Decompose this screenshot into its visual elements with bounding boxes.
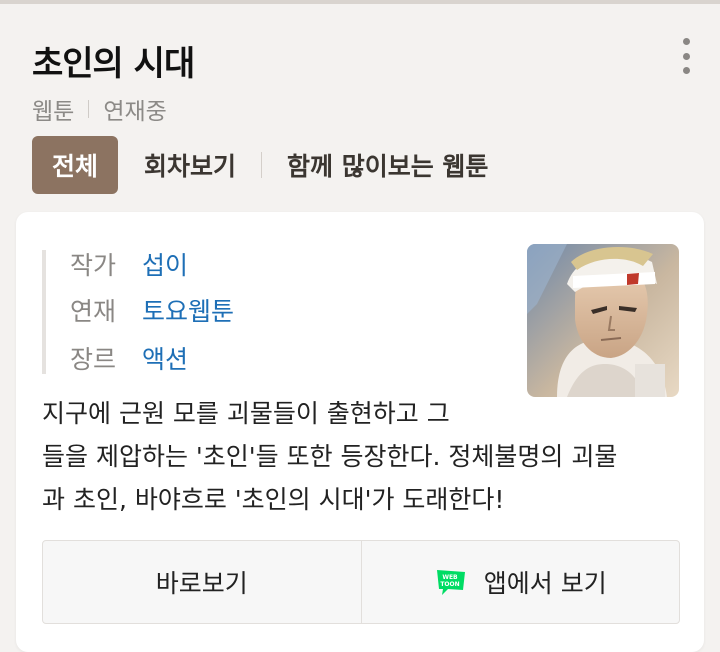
webtoon-thumbnail[interactable] [527, 244, 679, 397]
webtoon-app-icon: WEB TOON [436, 570, 465, 595]
synopsis-line: 들을 제압하는 '초인'들 또한 등장한다. 정체불명의 괴물 [42, 442, 618, 471]
genre-label: 장르 [70, 345, 117, 374]
synopsis: 지구에 근원 모를 괴물들이 출현하고 그 들을 제압하는 '초인'들 또한 등… [42, 392, 682, 521]
category-label: 웹툰 [32, 99, 75, 125]
action-buttons: 바로보기 WEB TOON 앱에서 보기 [42, 540, 680, 624]
serial-link[interactable]: 토요웹툰 [142, 292, 234, 328]
synopsis-line: 과 초인, 바야흐로 '초인의 시대'가 도래한다! [42, 485, 505, 514]
open-in-app-button[interactable]: WEB TOON 앱에서 보기 [360, 541, 680, 623]
info-bar [42, 250, 46, 374]
genre-row: 장르 액션 [70, 340, 188, 376]
read-now-button[interactable]: 바로보기 [43, 541, 361, 623]
status-label: 연재중 [103, 99, 167, 125]
more-options-icon[interactable] [676, 38, 696, 74]
dot [682, 52, 690, 60]
svg-text:WEB: WEB [442, 574, 458, 581]
tab-divider [261, 152, 263, 178]
open-in-app-label: 앱에서 보기 [483, 569, 607, 598]
tab-related[interactable]: 함께 많이보는 웹툰 [287, 147, 488, 183]
page-title: 초인의 시대 [32, 44, 195, 84]
read-now-label: 바로보기 [155, 569, 248, 598]
tab-episodes[interactable]: 회차보기 [144, 147, 236, 183]
svg-text:TOON: TOON [440, 581, 459, 588]
meta-row: 웹툰 연재중 [32, 92, 167, 126]
dot [682, 38, 690, 45]
author-link[interactable]: 섭이 [142, 246, 188, 282]
tab-bar: 전체 회차보기 함께 많이보는 웹툰 [32, 136, 488, 194]
genre-link[interactable]: 액션 [142, 340, 188, 376]
serial-label: 연재 [70, 297, 117, 326]
author-row: 작가 섭이 [70, 246, 188, 282]
serial-row: 연재 토요웹툰 [70, 292, 234, 328]
synopsis-line: 지구에 근원 모를 괴물들이 출현하고 그 [42, 399, 450, 428]
info-card: 작가 섭이 연재 토요웹툰 장르 액션 지구에 근원 모를 괴물들이 출현하고 … [16, 212, 704, 652]
top-divider [0, 0, 720, 4]
author-label: 작가 [70, 251, 117, 280]
tab-all[interactable]: 전체 [32, 136, 118, 194]
dot [682, 67, 690, 74]
meta-divider [88, 100, 90, 118]
